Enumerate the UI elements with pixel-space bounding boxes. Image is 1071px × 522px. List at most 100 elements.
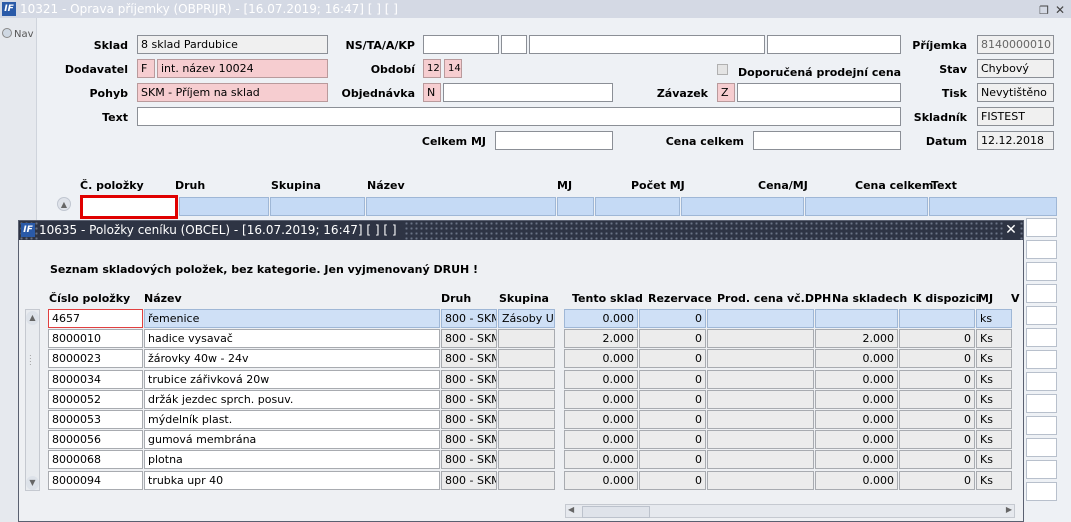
cell-skupina[interactable]	[498, 349, 555, 369]
grid-text-cell-r5[interactable]	[1026, 284, 1057, 303]
cell-nazev[interactable]: držák jezdec sprch. posuv.	[144, 389, 440, 409]
kp-field[interactable]	[767, 35, 901, 54]
cell-k-dispozici[interactable]: 0	[899, 430, 975, 450]
cell-prod-cena[interactable]	[707, 369, 814, 389]
cell-mj[interactable]: ks	[976, 309, 1012, 328]
cell-nazev[interactable]: řemenice	[144, 309, 440, 328]
grid-text-cell-r10[interactable]	[1026, 394, 1057, 413]
dialog-horizontal-scrollbar[interactable]: ◀ ▶	[565, 504, 1015, 518]
cell-k-dispozici[interactable]: 0	[899, 389, 975, 409]
datum-field[interactable]: 12.12.2018	[977, 131, 1054, 150]
cell-mj[interactable]: Ks	[976, 430, 1012, 450]
cell-skupina[interactable]	[498, 470, 555, 490]
cell-rezervace[interactable]: 0	[639, 450, 706, 470]
cell-skupina[interactable]	[498, 329, 555, 349]
cena-celkem-field[interactable]	[753, 131, 901, 150]
grid-text-cell-r6[interactable]	[1026, 306, 1057, 325]
grid-text-cell-r14[interactable]	[1026, 482, 1057, 501]
text-cell[interactable]	[929, 197, 1057, 216]
cell-druh[interactable]: 800 - SKM	[441, 309, 497, 328]
grid-text-cell-r9[interactable]	[1026, 372, 1057, 391]
cell-druh[interactable]: 800 - SKM	[441, 470, 497, 490]
cell-skupina[interactable]	[498, 450, 555, 470]
prijemka-field[interactable]: 8140000010	[977, 35, 1054, 54]
cell-nazev[interactable]: plotna	[144, 450, 440, 470]
cell-prod-cena[interactable]	[707, 329, 814, 349]
objednavka-code-field[interactable]: N	[423, 83, 441, 102]
dialog-close-icon[interactable]: ✕	[1003, 221, 1019, 240]
cell-tento-sklad[interactable]: 0.000	[564, 470, 638, 490]
cell-na-skladech[interactable]: 0.000	[815, 430, 898, 450]
cell-na-skladech[interactable]: 0.000	[815, 349, 898, 369]
cell-rezervace[interactable]: 0	[639, 309, 706, 328]
cell-nazev[interactable]: gumová membrána	[144, 430, 440, 450]
cell-mj[interactable]: Ks	[976, 389, 1012, 409]
cell-tento-sklad[interactable]: 0.000	[564, 389, 638, 409]
cell-na-skladech[interactable]: 0.000	[815, 450, 898, 470]
cell-druh[interactable]: 800 - SKM	[441, 329, 497, 349]
cell-cislo[interactable]: 8000052	[48, 389, 143, 409]
cell-skupina[interactable]	[498, 369, 555, 389]
zavazek-field[interactable]	[737, 83, 901, 102]
cell-mj[interactable]: Ks	[976, 329, 1012, 349]
cell-druh[interactable]: 800 - SKM	[441, 410, 497, 429]
cell-na-skladech[interactable]: 2.000	[815, 329, 898, 349]
cell-prod-cena[interactable]	[707, 309, 814, 328]
cell-nazev[interactable]: hadice vysavač	[144, 329, 440, 349]
cell-tento-sklad[interactable]: 0.000	[564, 450, 638, 470]
parent-close-icon[interactable]: ✕	[1055, 1, 1065, 19]
cena-mj-cell[interactable]	[681, 197, 804, 216]
cell-skupina[interactable]	[498, 389, 555, 409]
doporucena-checkbox[interactable]	[717, 64, 728, 75]
grid-text-cell-r11[interactable]	[1026, 416, 1057, 435]
cell-k-dispozici[interactable]: 0	[899, 410, 975, 429]
grid-text-cell-r3[interactable]	[1026, 240, 1057, 259]
cell-rezervace[interactable]: 0	[639, 470, 706, 490]
cell-mj[interactable]: Ks	[976, 410, 1012, 429]
cell-na-skladech[interactable]: 0.000	[815, 389, 898, 409]
objednavka-field[interactable]	[443, 83, 613, 102]
cell-na-skladech[interactable]: 0.000	[815, 410, 898, 429]
celkem-mj-field[interactable]	[495, 131, 613, 150]
scroll-down-icon[interactable]: ▼	[26, 476, 39, 490]
dialog-vertical-scrollbar[interactable]: ▲ ▼ ::	[25, 309, 40, 491]
cell-nazev[interactable]: mýdelník plast.	[144, 410, 440, 429]
text-field[interactable]	[137, 107, 901, 126]
pohyb-field[interactable]: SKM - Příjem na sklad	[137, 83, 328, 102]
cell-prod-cena[interactable]	[707, 389, 814, 409]
dodavatel-code-field[interactable]: F	[137, 59, 155, 78]
druh-cell[interactable]	[179, 197, 269, 216]
cell-nazev[interactable]: trubka upr 40	[144, 470, 440, 490]
zavazek-code-field[interactable]: Z	[717, 83, 735, 102]
grid-text-cell-r13[interactable]	[1026, 460, 1057, 479]
cell-k-dispozici[interactable]: 0	[899, 450, 975, 470]
cell-k-dispozici[interactable]: 0	[899, 470, 975, 490]
cell-tento-sklad[interactable]: 0.000	[564, 410, 638, 429]
stav-field[interactable]: Chybový	[977, 59, 1054, 78]
sklad-field[interactable]: 8 sklad Pardubice	[137, 35, 328, 54]
cell-skupina[interactable]	[498, 410, 555, 429]
ta-field[interactable]	[501, 35, 527, 54]
cell-nazev[interactable]: žárovky 40w - 24v	[144, 349, 440, 369]
cell-na-skladech[interactable]: 0.000	[815, 470, 898, 490]
cell-skupina[interactable]	[498, 430, 555, 450]
dialog-title-bar[interactable]: IF 10635 - Položky ceníku (OBCEL) - [16.…	[19, 221, 1023, 240]
cell-prod-cena[interactable]	[707, 410, 814, 429]
cena-celkem-cell[interactable]	[805, 197, 928, 216]
grid-text-cell-r7[interactable]	[1026, 328, 1057, 347]
dodavatel-name-field[interactable]: int. název 10024	[157, 59, 328, 78]
ns-field[interactable]	[423, 35, 499, 54]
nazev-cell[interactable]	[366, 197, 556, 216]
cell-skupina[interactable]: Zásoby UP	[498, 309, 555, 328]
cell-cislo[interactable]: 4657	[48, 309, 143, 328]
cell-rezervace[interactable]: 0	[639, 430, 706, 450]
cell-mj[interactable]: Ks	[976, 450, 1012, 470]
cell-cislo[interactable]: 8000056	[48, 430, 143, 450]
pocet-mj-cell[interactable]	[595, 197, 680, 216]
cell-rezervace[interactable]: 0	[639, 389, 706, 409]
cell-mj[interactable]: Ks	[976, 349, 1012, 369]
cell-cislo[interactable]: 8000023	[48, 349, 143, 369]
cell-mj[interactable]: Ks	[976, 470, 1012, 490]
scroll-up-icon[interactable]: ▲	[26, 311, 39, 325]
skupina-cell[interactable]	[270, 197, 365, 216]
